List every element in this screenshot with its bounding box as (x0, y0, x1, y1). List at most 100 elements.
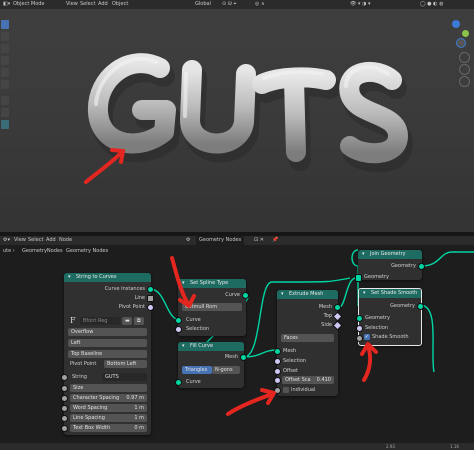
socket-geometry-out[interactable] (418, 263, 425, 270)
socket-shade-smooth[interactable] (356, 335, 363, 342)
overlay-icons[interactable]: 👁 ▾ ◑ ▾ (350, 0, 371, 9)
rotate-icon[interactable] (1, 56, 9, 65)
socket-curve-instances[interactable] (147, 286, 154, 293)
add-cube-icon[interactable] (1, 120, 9, 129)
socket-offset[interactable] (274, 368, 281, 375)
socket-size[interactable] (61, 385, 68, 392)
editor-type-icon[interactable]: ⚙▾ (3, 236, 10, 245)
node-header[interactable]: ▾ String to Curves (64, 273, 151, 282)
menu-view[interactable]: View (14, 236, 26, 245)
transform-orientation[interactable]: Global (195, 0, 211, 9)
node-set-shade-smooth[interactable]: ▾ Set Shade Smooth Geometry Geometry Sele… (356, 288, 424, 346)
spline-type-dropdown[interactable]: Catmull Rom (182, 303, 242, 311)
zoom-icon[interactable] (459, 52, 470, 63)
cursor-icon[interactable] (1, 32, 9, 41)
line-spacing-field[interactable]: Line Spacing 1 m (70, 414, 147, 422)
individual-checkbox[interactable] (283, 387, 289, 393)
mode-selector[interactable]: Object Mode (13, 0, 45, 9)
collapse-chevron-icon[interactable]: ▾ (362, 250, 365, 259)
socket-mesh-out[interactable] (240, 354, 247, 361)
pivot-point-dropdown[interactable]: Bottom Left (104, 360, 147, 368)
socket-mesh-out[interactable] (334, 304, 341, 311)
menu-view[interactable]: View (66, 0, 78, 9)
menu-add[interactable]: Add (98, 0, 108, 9)
string-input[interactable]: GUTS (102, 373, 147, 381)
socket-string[interactable] (61, 374, 68, 381)
folder-icon[interactable]: ▬ (122, 317, 132, 325)
menu-node[interactable]: Node (59, 236, 72, 245)
node-join-geometry[interactable]: ▾ Join Geometry Geometry Geometry (355, 250, 425, 282)
font-field[interactable]: Bfont Reg (80, 317, 120, 325)
socket-line-spacing[interactable] (61, 415, 68, 422)
text-box-width-field[interactable]: Text Box Width 0 m (70, 424, 147, 432)
shade-smooth-checkbox[interactable]: ✓ (364, 334, 370, 340)
camera-icon[interactable] (459, 76, 470, 87)
collapse-chevron-icon[interactable]: ▾ (363, 289, 366, 298)
gizmo-neg-z-icon[interactable] (456, 38, 466, 48)
move-icon[interactable] (1, 44, 9, 53)
editor-type-icon[interactable]: ◧▾ (3, 0, 10, 9)
socket-geometry-in[interactable] (356, 315, 363, 322)
node-set-spline-type[interactable]: ▾ Set Spline Type Curve Catmull Rom Curve… (175, 279, 249, 336)
pin-icon[interactable]: 📌 (272, 236, 278, 245)
node-header[interactable]: ▾ Extrude Mesh (277, 290, 338, 299)
node-header[interactable]: ▾ Fill Curve (178, 342, 244, 351)
select-box-icon[interactable] (1, 20, 9, 29)
align-x-dropdown[interactable]: Left (68, 339, 147, 347)
menu-add[interactable]: Add (46, 236, 56, 245)
node-extrude-mesh[interactable]: ▾ Extrude Mesh Mesh Top Side Faces Mesh S… (274, 290, 343, 396)
node-header[interactable]: ▾ Set Shade Smooth (359, 289, 421, 298)
node-string-to-curves[interactable]: ▾ String to Curves Curve Instances Line P… (61, 273, 154, 435)
character-spacing-field[interactable]: Character Spacing 0.97 m (70, 394, 147, 402)
size-field[interactable]: Size (70, 384, 147, 392)
socket-curve-in[interactable] (175, 317, 182, 324)
socket-mesh-in[interactable] (274, 348, 281, 355)
guts-3d-object[interactable] (0, 0, 474, 232)
menu-object[interactable]: Object (112, 0, 128, 9)
socket-selection[interactable] (356, 325, 363, 332)
socket-pivot-point[interactable] (147, 304, 154, 311)
pan-icon[interactable] (459, 64, 470, 75)
socket-individual[interactable] (274, 387, 281, 394)
menu-select[interactable]: Select (80, 0, 95, 9)
gizmo-y-icon[interactable] (462, 30, 469, 37)
open-font-icon[interactable]: ⧉ (134, 317, 144, 325)
3d-viewport[interactable]: ◧▾ Object Mode View Select Add Object Gl… (0, 0, 474, 232)
shading-icons[interactable]: ◯ ● ◐ ◍ (420, 0, 443, 9)
transform-icon[interactable] (1, 80, 9, 89)
socket-text-box-width[interactable] (61, 425, 68, 432)
breadcrumb-tree[interactable]: Geometry Nodes (66, 246, 108, 256)
socket-offset-scale[interactable] (274, 377, 281, 384)
socket-line[interactable] (147, 295, 154, 302)
node-tree-selector[interactable]: Geometry Nodes (196, 236, 245, 245)
collapse-chevron-icon[interactable]: ▾ (68, 273, 71, 282)
mode-triangles-button[interactable]: Triangles (182, 366, 212, 374)
offset-scale-field[interactable]: Offset Sca 0.410 (282, 376, 334, 384)
measure-icon[interactable] (1, 108, 9, 117)
socket-selection[interactable] (175, 326, 182, 333)
socket-selection[interactable] (274, 358, 281, 365)
collapse-chevron-icon[interactable]: ▾ (182, 279, 185, 288)
collapse-chevron-icon[interactable]: ▾ (182, 342, 185, 351)
proportional-icon[interactable]: ◎ ∧ (255, 0, 265, 9)
extrude-mode-dropdown[interactable]: Faces (281, 334, 334, 342)
node-header[interactable]: ▾ Set Spline Type (178, 279, 246, 288)
annotate-icon[interactable] (1, 96, 9, 105)
menu-select[interactable]: Select (28, 236, 43, 245)
socket-geometry-out[interactable] (417, 303, 424, 310)
socket-word-spacing[interactable] (61, 405, 68, 412)
align-y-dropdown[interactable]: Top Baseline (68, 350, 147, 358)
node-tree-icon[interactable]: ⚙ (186, 236, 190, 245)
unlink-icon[interactable]: ⊡ ✕ (254, 236, 264, 245)
socket-geometry-multi-in[interactable] (355, 274, 362, 282)
socket-character-spacing[interactable] (61, 395, 68, 402)
mode-ngons-button[interactable]: N-gons (212, 366, 240, 374)
word-spacing-field[interactable]: Word Spacing 1 m (70, 404, 147, 412)
socket-curve-in[interactable] (175, 379, 182, 386)
breadcrumb-modifier[interactable]: GeometryNodes (22, 246, 63, 256)
socket-curve-out[interactable] (242, 292, 249, 299)
scale-icon[interactable] (1, 68, 9, 77)
node-header[interactable]: ▾ Join Geometry (358, 250, 422, 259)
node-fill-curve[interactable]: ▾ Fill Curve Mesh Triangles N-gons Curve (175, 342, 247, 388)
pivot-icon[interactable]: ⊙ ⛁ ⌖ (222, 0, 236, 9)
